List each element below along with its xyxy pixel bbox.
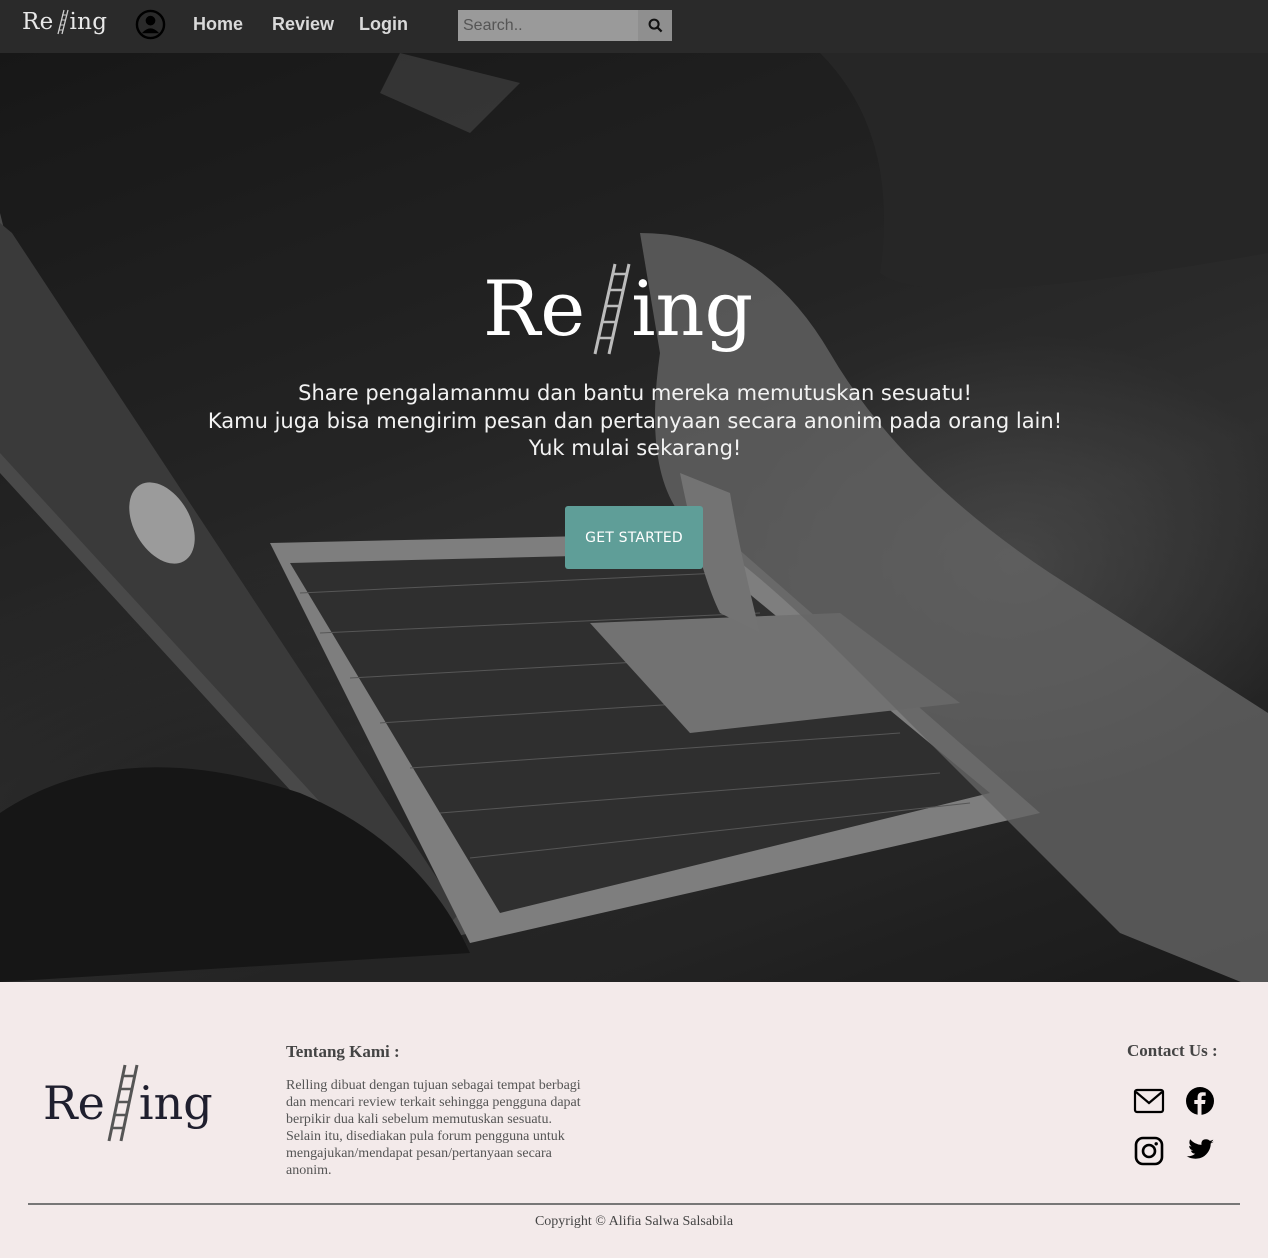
brand-logo[interactable]: Re ing	[22, 8, 107, 36]
copyright-text: Copyright © Alifia Salwa Salsabila	[534, 1214, 734, 1229]
footer: Re ing Tentang Kami : Relling dibuat den…	[0, 982, 1268, 1258]
about-text: Relling dibuat dengan tujuan sebagai tem…	[286, 1078, 581, 1178]
user-circle-icon[interactable]	[135, 9, 166, 40]
contact-title: Contact Us :	[1127, 1041, 1218, 1060]
hero-tagline: Share pengalamanmu dan bantu mereka memu…	[160, 380, 1110, 463]
instagram-icon[interactable]	[1133, 1135, 1165, 1167]
hero-line-1: Share pengalamanmu dan bantu mereka memu…	[298, 381, 972, 405]
search-icon	[648, 18, 662, 33]
hero-section: Re ing Share pengalamanmu dan bantu mere…	[0, 53, 1268, 982]
ladder-icon	[107, 1064, 139, 1142]
ladder-icon	[593, 263, 631, 355]
mail-icon[interactable]	[1133, 1085, 1165, 1117]
hero-logo: Re ing	[483, 258, 803, 358]
brand-text-left: Re	[22, 9, 54, 35]
footer-logo-text-right: ing	[138, 1076, 213, 1130]
get-started-button[interactable]: GET STARTED	[565, 506, 703, 569]
ladder-icon	[56, 9, 69, 35]
hero-line-2: Kamu juga bisa mengirim pesan dan pertan…	[207, 408, 1063, 433]
nav-home-link[interactable]: Home	[193, 14, 243, 35]
navbar: Re ing Home Review Login	[0, 0, 1268, 53]
nav-login-link[interactable]: Login	[359, 14, 408, 35]
hero-logo-text-right: ing	[631, 263, 754, 353]
hero-logo-text-left: Re	[483, 263, 586, 353]
footer-logo: Re ing	[43, 1060, 243, 1146]
brand-text-right: ing	[69, 9, 108, 35]
hero-line-3: Yuk mulai sekarang!	[528, 436, 742, 460]
twitter-icon[interactable]	[1184, 1135, 1216, 1167]
search-input[interactable]	[458, 10, 638, 41]
search-button[interactable]	[638, 10, 672, 41]
facebook-icon[interactable]	[1184, 1085, 1216, 1117]
footer-divider	[28, 1203, 1240, 1205]
nav-review-link[interactable]: Review	[272, 14, 334, 35]
footer-logo-text-left: Re	[43, 1076, 105, 1130]
about-title: Tentang Kami :	[286, 1042, 400, 1061]
